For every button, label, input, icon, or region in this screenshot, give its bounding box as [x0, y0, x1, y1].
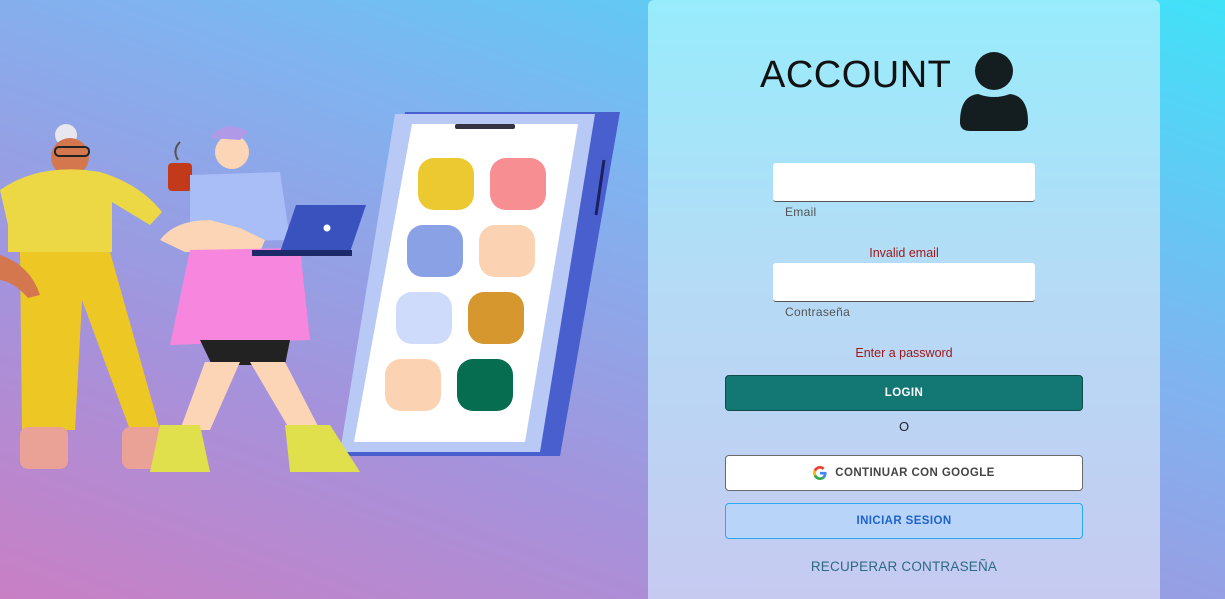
login-button-label: LOGIN — [884, 387, 924, 399]
phone-illustration — [340, 112, 620, 456]
password-field[interactable] — [773, 263, 1035, 302]
email-error: Invalid email — [869, 246, 939, 260]
google-button-label: CONTINUAR CON GOOGLE — [835, 467, 995, 479]
password-label: Contraseña — [785, 305, 851, 319]
email-field[interactable] — [773, 163, 1035, 202]
signin-button-label: INICIAR SESION — [856, 515, 952, 527]
recover-password-link[interactable]: RECUPERAR CONTRASEÑA — [725, 559, 1083, 574]
page-title: ACCOUNT — [760, 54, 952, 96]
google-icon — [813, 466, 827, 480]
user-icon — [960, 52, 1028, 131]
password-error: Enter a password — [855, 346, 953, 360]
login-card: ACCOUNT Email Invalid email Contraseña E… — [648, 0, 1160, 599]
email-label: Email — [785, 205, 817, 219]
google-signin-button[interactable]: CONTINUAR CON GOOGLE — [725, 455, 1083, 491]
people-with-phone-illustration — [0, 112, 620, 472]
login-button[interactable]: LOGIN — [725, 375, 1083, 411]
signin-button[interactable]: INICIAR SESION — [725, 503, 1083, 539]
woman-with-cup-illustration — [0, 124, 192, 469]
or-separator: O — [898, 419, 910, 434]
